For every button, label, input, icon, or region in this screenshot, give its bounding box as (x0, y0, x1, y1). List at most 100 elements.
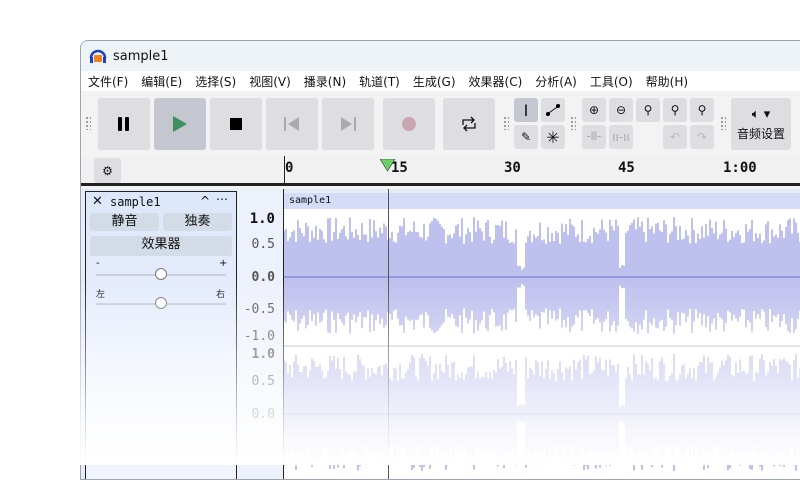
gain-slider-thumb[interactable] (155, 268, 167, 280)
app-window: sample1 文件(F) 编辑(E) 选择(S) 视图(V) 播录(N) 轨道… (80, 40, 800, 480)
menu-file[interactable]: 文件(F) (88, 73, 128, 90)
audio-setup-button[interactable]: 🔈︎ ▾ 音频设置 (731, 98, 791, 150)
trim-icon: -𝍫- (586, 128, 602, 143)
menu-transport[interactable]: 播录(N) (304, 73, 346, 90)
undo-icon: ↶ (669, 130, 681, 144)
record-button[interactable] (383, 98, 435, 150)
scale-label: 0.5 (251, 237, 275, 252)
track-control-panel: ✕ sample1 ^ ⋯ 静音 独奏 效果器 - + 左 右 (85, 191, 237, 479)
scale-label: 1.0 (249, 211, 275, 227)
scale-label: 0.0 (251, 407, 275, 422)
skip-start-icon (284, 117, 299, 131)
scale-label: -0.5 (243, 302, 275, 317)
gain-plus-label: + (219, 258, 228, 269)
envelope-icon (545, 104, 561, 116)
stop-button[interactable] (210, 98, 262, 150)
menu-generate[interactable]: 生成(G) (413, 73, 456, 90)
waveform[interactable] (284, 209, 800, 480)
redo-button[interactable]: ↷ (690, 125, 714, 149)
close-track-icon[interactable]: ✕ (92, 194, 103, 209)
menu-help[interactable]: 帮助(H) (646, 73, 688, 90)
audio-clip[interactable]: sample1 (284, 193, 800, 480)
toolbar-grip[interactable] (570, 116, 576, 130)
track-name[interactable]: sample1 (110, 195, 161, 209)
menu-bar: 文件(F) 编辑(E) 选择(S) 视图(V) 播录(N) 轨道(T) 生成(G… (81, 71, 800, 91)
playhead-line (388, 189, 389, 479)
pencil-icon: ✎ (520, 130, 532, 144)
title-bar: sample1 (81, 41, 800, 71)
pan-right-label: 右 (216, 290, 226, 300)
track-area: ✕ sample1 ^ ⋯ 静音 独奏 效果器 - + 左 右 1.0 0.5 … (81, 189, 800, 480)
ruler-tick: 1:00 (723, 160, 757, 176)
toolbar-grip[interactable] (720, 116, 726, 130)
zoom-fit-project-icon: ⚲ (670, 103, 680, 117)
selection-tool[interactable]: I (514, 98, 538, 122)
timeline-settings-button[interactable]: ⚙ (94, 158, 121, 183)
menu-view[interactable]: 视图(V) (249, 73, 291, 90)
asterisk-icon: ✳ (546, 127, 560, 147)
vertical-scale[interactable]: 1.0 0.5 0.0 -0.5 -1.0 1.0 0.5 0.0 (237, 189, 284, 479)
draw-tool[interactable]: ✎ (514, 125, 538, 149)
window-title: sample1 (113, 48, 169, 64)
track-menu-icon[interactable]: ⋯ (216, 192, 228, 206)
stop-icon (230, 118, 242, 130)
fit-project-button[interactable]: ⚲ (663, 98, 687, 122)
toolbar-grip[interactable] (85, 116, 91, 130)
scale-label: 1.0 (251, 347, 275, 362)
zoom-toggle-button[interactable]: ⚲ (690, 98, 714, 122)
play-icon (173, 116, 187, 132)
solo-button[interactable]: 独奏 (163, 213, 232, 231)
redo-icon: ↷ (696, 130, 708, 144)
pan-left-label: 左 (96, 290, 106, 300)
speaker-icon: 🔈︎ ▾ (751, 106, 771, 122)
scale-label: -1.0 (243, 329, 275, 344)
menu-effect[interactable]: 效果器(C) (469, 73, 523, 90)
audacity-logo-icon (89, 49, 107, 63)
pause-button[interactable] (98, 98, 150, 150)
toolbar-grip[interactable] (503, 116, 509, 130)
collapse-icon[interactable]: ^ (200, 194, 210, 208)
zoom-fit-selection-icon: ⚲ (643, 103, 653, 117)
zoom-in-button[interactable]: ⊕ (582, 98, 606, 122)
menu-tools[interactable]: 工具(O) (590, 73, 633, 90)
i-beam-icon: I (523, 100, 529, 120)
pause-icon (118, 117, 129, 131)
gear-icon: ⚙ (102, 163, 113, 178)
zoom-toggle-icon: ⚲ (697, 103, 707, 117)
timeline-ruler[interactable]: ⚙ 0 15 30 45 1:00 (81, 156, 800, 186)
zoom-out-button[interactable]: ⊖ (609, 98, 633, 122)
menu-select[interactable]: 选择(S) (195, 73, 236, 90)
audio-setup-label: 音频设置 (736, 126, 785, 141)
silence-icon: ıı-ıı (612, 130, 630, 144)
undo-button[interactable]: ↶ (663, 125, 687, 149)
ruler-tick: 30 (504, 160, 521, 176)
mute-button[interactable]: 静音 (90, 213, 159, 231)
menu-analyze[interactable]: 分析(A) (535, 73, 577, 90)
zoom-out-icon: ⊖ (615, 103, 627, 117)
skip-start-button[interactable] (266, 98, 318, 150)
skip-end-icon (341, 117, 356, 131)
gain-minus-label: - (96, 258, 100, 269)
silence-button[interactable]: ıı-ıı (609, 125, 633, 149)
ruler-tick: 0 (285, 160, 294, 176)
effects-button[interactable]: 效果器 (90, 236, 232, 256)
toolbar: I ✎ ✳ ⊕ ⊖ ⚲ ⚲ ⚲ -𝍫- ıı-ıı ↶ ↷ 🔈︎ ▾ 音频设置 (81, 91, 800, 155)
ruler-tick: 45 (618, 160, 635, 176)
scale-label: 0.0 (251, 270, 275, 285)
zoom-in-icon: ⊕ (588, 103, 600, 117)
menu-tracks[interactable]: 轨道(T) (359, 73, 400, 90)
clip-title[interactable]: sample1 (284, 193, 800, 209)
multi-tool[interactable]: ✳ (541, 125, 565, 149)
loop-icon (462, 116, 476, 132)
playhead-icon[interactable] (380, 159, 396, 172)
pan-slider-thumb[interactable] (155, 297, 167, 309)
skip-end-button[interactable] (322, 98, 374, 150)
loop-button[interactable] (443, 98, 495, 150)
trim-button[interactable]: -𝍫- (582, 125, 606, 149)
scale-label: 0.5 (251, 374, 275, 389)
menu-edit[interactable]: 编辑(E) (141, 73, 182, 90)
play-button[interactable] (154, 98, 206, 150)
envelope-tool[interactable] (541, 98, 565, 122)
record-icon (402, 117, 416, 131)
fit-selection-button[interactable]: ⚲ (636, 98, 660, 122)
